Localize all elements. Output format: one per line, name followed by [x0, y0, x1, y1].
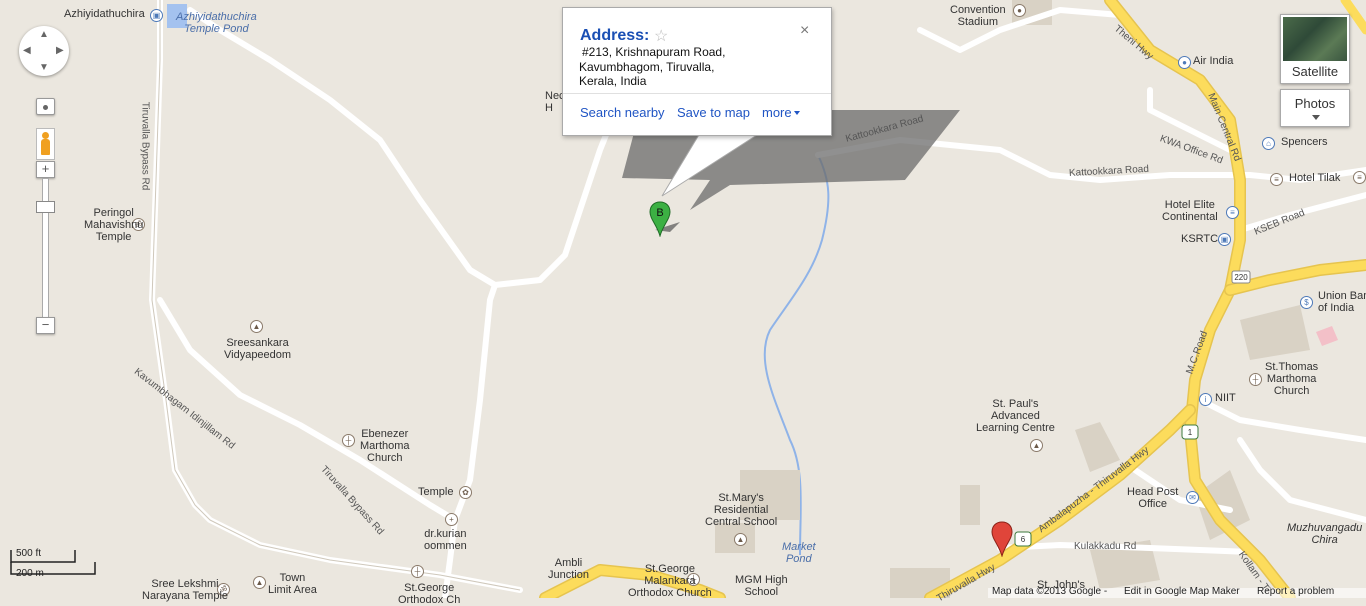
chevron-down-icon [794, 111, 800, 115]
road-label: Kulakkadu Rd [1074, 541, 1137, 552]
doctor-icon: + [445, 513, 458, 526]
divider [563, 93, 831, 94]
pan-down-icon[interactable]: ▼ [39, 62, 49, 73]
info-window-title: Address: [580, 27, 650, 44]
place-label: St. Paul's Advanced Learning Centre [976, 398, 1055, 434]
place-label: St.Mary's Residential Central School [705, 492, 778, 528]
svg-text:6: 6 [1021, 535, 1026, 544]
svg-text:B: B [656, 207, 663, 219]
place-label: Spencers [1281, 136, 1328, 148]
hotel-icon: ≡ [1270, 173, 1283, 186]
search-nearby-link[interactable]: Search nearby [580, 105, 665, 120]
place-label: Hotel Tilak [1289, 172, 1341, 184]
place-label: Hotel Elite Continental [1162, 199, 1218, 223]
my-location-button[interactable] [36, 98, 55, 115]
photos-toggle[interactable]: Photos [1280, 89, 1350, 127]
hotel-icon: ≡ [1226, 206, 1239, 219]
satellite-label: Satellite [1291, 64, 1339, 79]
shield-6: 6 [1014, 531, 1032, 547]
shield-1: 1 [1181, 424, 1199, 440]
bank-icon: $ [1300, 296, 1313, 309]
bus-icon: ▣ [150, 9, 163, 22]
close-icon[interactable]: × [800, 22, 809, 40]
place-label: St.George Orthodox Ch [398, 582, 461, 606]
address-line: #213, Krishnapuram Road, [582, 45, 726, 59]
place-label: Azhiyidathuchira [64, 8, 145, 20]
pan-up-icon[interactable]: ▲ [39, 29, 49, 40]
place-label: St.Thomas Marthoma Church [1265, 361, 1319, 397]
zoom-in-button[interactable]: + [36, 161, 55, 178]
place-label: Sree Lekshmi Narayana Temple [142, 578, 229, 602]
pan-right-icon[interactable]: ▶ [56, 45, 64, 56]
map-data-attribution: Map data ©2013 Google - [992, 586, 1108, 597]
marker-a-icon[interactable] [991, 521, 1013, 557]
shopping-icon: ⌂ [1262, 137, 1275, 150]
place-label: Temple [418, 486, 454, 498]
place-label: Union Bank of India [1318, 290, 1366, 314]
info-window: Address: ☆ × #213, Krishnapuram Road, Ka… [562, 7, 832, 136]
place-label: Town Limit Area [268, 572, 317, 596]
pan-control[interactable]: ▲ ▼ ◀ ▶ [19, 26, 69, 76]
mail-icon: ✉ [1186, 491, 1199, 504]
pan-left-icon[interactable]: ◀ [23, 45, 31, 56]
edit-map-maker-link[interactable]: Edit in Google Map Maker [1124, 586, 1240, 597]
map-footer: Map data ©2013 Google - Edit in Google M… [988, 586, 1366, 598]
stadium-icon: ● [1013, 4, 1026, 17]
save-to-map-link[interactable]: Save to map [677, 105, 750, 120]
place-label: Market Pond [782, 541, 816, 565]
address-line: Kavumbhagom, Tiruvalla, [579, 59, 715, 74]
report-problem-link[interactable]: Report a problem [1257, 586, 1334, 597]
landmark-icon: ▲ [253, 576, 266, 589]
zoom-slider-track[interactable] [42, 178, 49, 320]
satellite-thumbnail [1283, 17, 1347, 61]
marker-b-icon[interactable]: B [649, 201, 671, 237]
pegman-icon[interactable] [36, 128, 55, 160]
place-label: Peringol Mahavishnu Temple [84, 207, 144, 243]
shield-220: 220 [1231, 270, 1251, 284]
place-label: NIIT [1215, 392, 1236, 404]
school-icon: ▲ [1030, 439, 1043, 452]
scale-bar: 500 ft 200 m [10, 540, 100, 580]
place-label: Convention Stadium [950, 4, 1006, 28]
temple-icon: ✿ [459, 486, 472, 499]
place-label: MGM High School [735, 574, 788, 598]
church-icon: ┼ [411, 565, 424, 578]
church-icon: ┼ [342, 434, 355, 447]
svg-text:220: 220 [1234, 273, 1248, 282]
hotel-icon: ≡ [1353, 171, 1366, 184]
zoom-out-button[interactable]: − [36, 317, 55, 334]
place-label: Sreesankara Vidyapeedom [224, 337, 292, 361]
airline-icon: ● [1178, 56, 1191, 69]
school-icon: ▲ [734, 533, 747, 546]
photos-label: Photos [1294, 96, 1336, 111]
school-icon: i [1199, 393, 1212, 406]
place-label: dr.kurian oommen [424, 528, 467, 552]
svg-text:1: 1 [1188, 428, 1193, 437]
place-label: Ambli Junction [548, 557, 589, 581]
chevron-down-icon [1312, 115, 1320, 120]
scale-ft-label: 500 ft [16, 548, 42, 559]
satellite-toggle[interactable]: Satellite [1280, 14, 1350, 84]
zoom-slider-thumb[interactable] [36, 201, 55, 213]
more-link[interactable]: more [762, 105, 792, 120]
place-label: St.George Malankara Orthodox Church [628, 563, 712, 599]
scale-m-label: 200 m [16, 568, 44, 579]
road-label: Tiruvalla Bypass Rd [139, 101, 151, 191]
school-icon: ▲ [250, 320, 263, 333]
place-label: Muzhuvangadu Chira [1287, 522, 1363, 546]
place-label: KSRTC [1181, 233, 1219, 245]
place-label: Ebenezer Marthoma Church [360, 428, 410, 464]
church-icon: ┼ [1249, 373, 1262, 386]
address-text: #213, Krishnapuram Road, Kavumbhagom, Ti… [579, 45, 725, 89]
address-line: Kerala, India [579, 74, 647, 88]
place-label: Azhiyidathuchira Temple Pond [176, 11, 257, 35]
star-icon[interactable]: ☆ [654, 26, 668, 46]
place-label: Air India [1193, 55, 1234, 67]
place-label: Head Post Office [1127, 486, 1179, 510]
bus-icon: ▣ [1218, 233, 1231, 246]
